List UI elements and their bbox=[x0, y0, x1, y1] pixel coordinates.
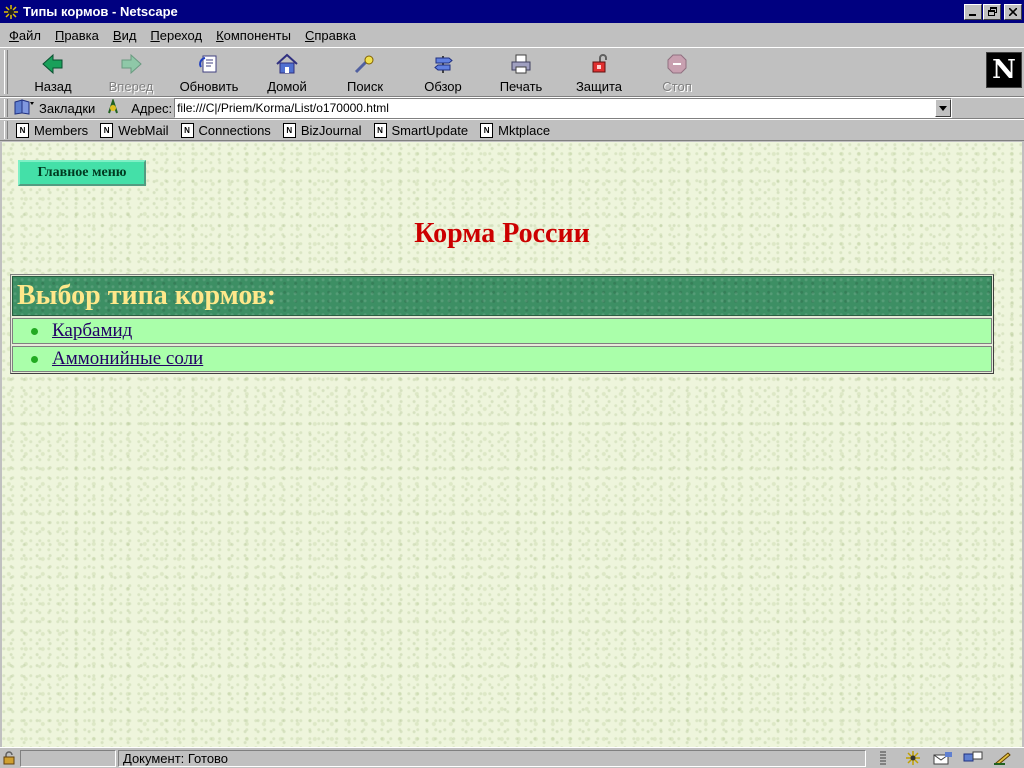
status-bar: Документ: Готово bbox=[0, 747, 1024, 768]
status-text: Документ: Готово bbox=[118, 749, 866, 767]
page-title: Корма России bbox=[414, 218, 590, 249]
menu-view[interactable]: Вид bbox=[106, 28, 144, 43]
link-karbamid[interactable]: Карбамид bbox=[52, 320, 132, 342]
netscape-app-icon[interactable] bbox=[3, 4, 19, 20]
url-input[interactable]: file:///C|/Priem/Korma/List/o170000.html bbox=[174, 98, 953, 118]
menu-go[interactable]: Переход bbox=[143, 28, 209, 43]
bookmark-webmail[interactable]: N WebMail bbox=[100, 122, 169, 138]
security-button[interactable]: Защита bbox=[560, 48, 638, 96]
search-icon bbox=[352, 52, 378, 76]
menu-bar: Файл Правка Вид Переход Компоненты Справ… bbox=[0, 23, 1024, 47]
title-bar[interactable]: Типы кормов - Netscape bbox=[0, 0, 1024, 23]
bookmark-bizjournal[interactable]: N BizJournal bbox=[282, 122, 362, 138]
navigator-icon[interactable] bbox=[902, 750, 924, 766]
bookmarks-icon bbox=[14, 98, 36, 118]
bullet-icon bbox=[31, 327, 38, 335]
menu-file[interactable]: Файл bbox=[2, 28, 48, 43]
composer-icon[interactable] bbox=[992, 750, 1014, 766]
personal-toolbar: N Members N WebMail N Connections N BizJ… bbox=[0, 119, 1024, 141]
home-button[interactable]: Домой bbox=[248, 48, 326, 96]
feed-type-table: Выбор типа кормов: Карбамид Аммонийные с… bbox=[10, 274, 994, 374]
bookmark-page-icon: N bbox=[16, 122, 29, 138]
home-icon bbox=[274, 52, 300, 76]
restore-button[interactable] bbox=[983, 3, 1001, 20]
close-button[interactable] bbox=[1004, 3, 1022, 20]
bookmark-page-icon: N bbox=[100, 122, 114, 138]
stop-button[interactable]: Стоп bbox=[638, 48, 716, 96]
back-button[interactable]: Назад bbox=[14, 48, 92, 96]
chevron-down-icon bbox=[939, 105, 948, 111]
print-button[interactable]: Печать bbox=[482, 48, 560, 96]
reload-button[interactable]: Обновить bbox=[170, 48, 248, 96]
personal-grip[interactable] bbox=[4, 121, 8, 139]
bookmark-page-icon: N bbox=[480, 122, 494, 138]
bookmark-members[interactable]: N Members bbox=[16, 122, 88, 138]
discussion-groups-icon[interactable] bbox=[962, 750, 984, 766]
window-title: Типы кормов - Netscape bbox=[23, 4, 178, 19]
guide-signpost-icon bbox=[430, 52, 456, 76]
url-text: file:///C|/Priem/Korma/List/o170000.html bbox=[177, 101, 389, 115]
printer-icon bbox=[508, 52, 534, 76]
search-button[interactable]: Поиск bbox=[326, 48, 404, 96]
bookmark-page-icon: N bbox=[180, 122, 194, 138]
page-content: Главное меню Корма России Выбор типа кор… bbox=[2, 142, 1022, 747]
padlock-icon bbox=[586, 52, 612, 76]
bookmark-page-icon: N bbox=[282, 122, 296, 138]
main-menu-button[interactable]: Главное меню bbox=[18, 160, 146, 186]
netscape-logo[interactable]: N bbox=[986, 52, 1022, 88]
list-item: Аммонийные соли bbox=[12, 346, 992, 372]
back-arrow-icon bbox=[40, 52, 66, 76]
section-header: Выбор типа кормов: bbox=[12, 276, 992, 316]
url-dropdown-button[interactable] bbox=[935, 99, 952, 117]
security-status-icon[interactable] bbox=[0, 749, 18, 767]
bookmark-connections[interactable]: N Connections bbox=[180, 122, 271, 138]
location-toolbar: Закладки Адрес: file:///C|/Priem/Korma/L… bbox=[0, 97, 1024, 119]
reload-icon bbox=[196, 52, 222, 76]
menu-communicator[interactable]: Компоненты bbox=[209, 28, 298, 43]
link-ammonium-salts[interactable]: Аммонийные соли bbox=[52, 348, 203, 370]
menu-edit[interactable]: Правка bbox=[48, 28, 106, 43]
menu-help[interactable]: Справка bbox=[298, 28, 363, 43]
forward-arrow-icon bbox=[118, 52, 144, 76]
page-proxy-icon[interactable] bbox=[105, 97, 121, 118]
component-bar-grip-icon[interactable] bbox=[872, 750, 894, 766]
forward-button[interactable]: Вперед bbox=[92, 48, 170, 96]
bookmark-smartupdate[interactable]: N SmartUpdate bbox=[373, 122, 468, 138]
bookmarks-button[interactable]: Закладки bbox=[14, 98, 95, 118]
progress-bar bbox=[20, 749, 116, 767]
list-item: Карбамид bbox=[12, 318, 992, 344]
bookmark-mktplace[interactable]: N Mktplace bbox=[480, 122, 550, 138]
location-grip[interactable] bbox=[4, 99, 8, 117]
bookmark-page-icon: N bbox=[373, 122, 387, 138]
navigation-toolbar: Назад Вперед Обновить Домой Поиск Обзор bbox=[0, 47, 1024, 97]
address-label: Адрес: bbox=[131, 100, 173, 116]
guide-button[interactable]: Обзор bbox=[404, 48, 482, 96]
mail-icon[interactable] bbox=[932, 750, 954, 766]
stop-icon bbox=[664, 52, 690, 76]
toolbar-grip[interactable] bbox=[4, 50, 8, 94]
bullet-icon bbox=[31, 355, 38, 363]
minimize-button[interactable] bbox=[964, 3, 982, 20]
